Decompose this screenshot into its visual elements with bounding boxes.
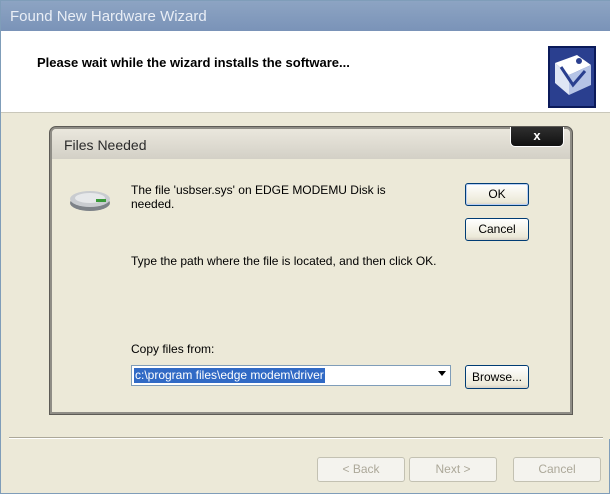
- wizard-titlebar: Found New Hardware Wizard: [1, 1, 610, 31]
- copy-files-from-combobox[interactable]: c:\program files\edge modem\driver: [131, 365, 451, 386]
- dropdown-arrow-icon[interactable]: [438, 371, 446, 376]
- wizard-cancel-button[interactable]: Cancel: [513, 457, 601, 482]
- dialog-title: Files Needed: [64, 137, 147, 153]
- ok-button[interactable]: OK: [465, 183, 529, 206]
- dialog-cancel-button[interactable]: Cancel: [465, 218, 529, 241]
- browse-button[interactable]: Browse...: [465, 365, 529, 389]
- wizard-separator: [9, 437, 603, 439]
- dialog-titlebar: Files Needed x: [52, 127, 570, 159]
- file-needed-message: The file 'usbser.sys' on EDGE MODEMU Dis…: [131, 183, 386, 211]
- back-button[interactable]: < Back: [317, 457, 405, 482]
- disk-drive-icon: [70, 191, 110, 211]
- wizard-heading: Please wait while the wizard installs th…: [37, 55, 350, 70]
- wizard-header: Please wait while the wizard installs th…: [1, 31, 610, 113]
- path-input-value[interactable]: c:\program files\edge modem\driver: [134, 368, 325, 383]
- next-button[interactable]: Next >: [409, 457, 497, 482]
- wizard-title: Found New Hardware Wizard: [10, 8, 207, 25]
- path-instruction: Type the path where the file is located,…: [131, 254, 437, 268]
- hardware-wizard-icon: [548, 46, 596, 108]
- dialog-client: The file 'usbser.sys' on EDGE MODEMU Dis…: [52, 159, 570, 412]
- close-icon[interactable]: x: [510, 127, 564, 147]
- files-needed-dialog: Files Needed x The file 'usbser.sys' on …: [50, 127, 572, 414]
- copy-files-from-label: Copy files from:: [131, 342, 215, 356]
